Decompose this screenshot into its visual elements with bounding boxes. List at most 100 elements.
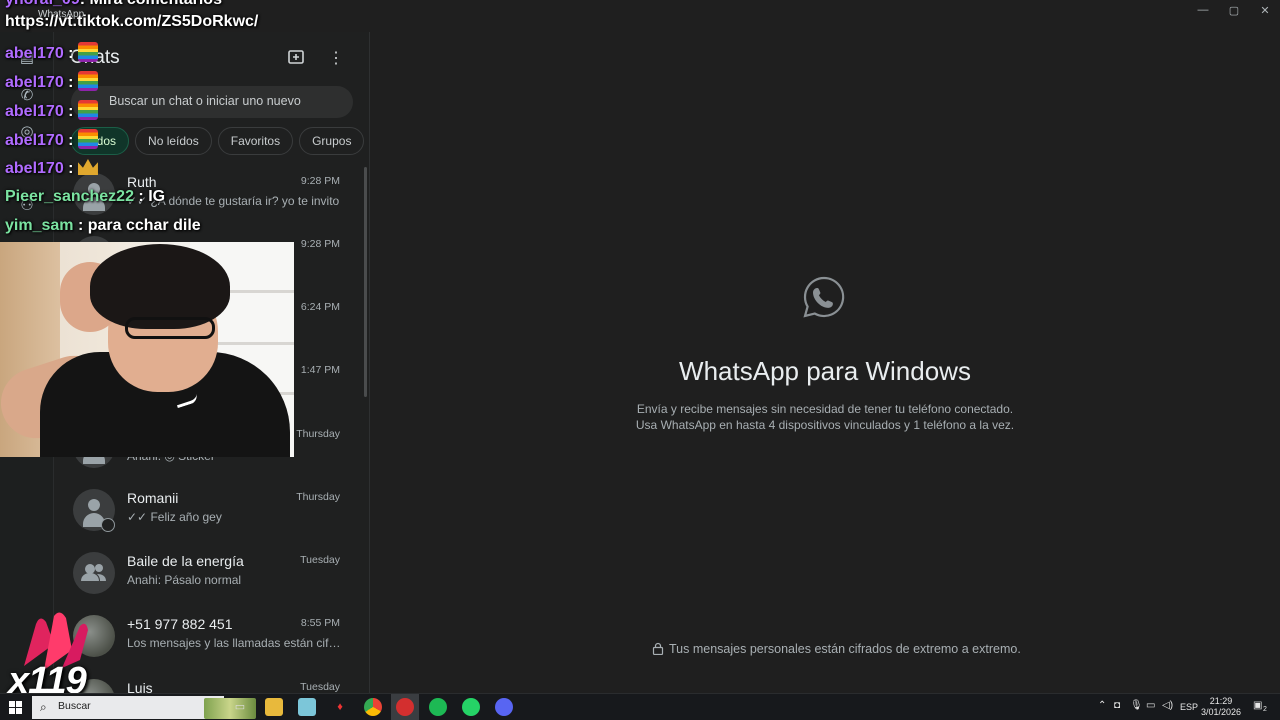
network-icon[interactable]: ▭: [1146, 700, 1155, 711]
filter-unread[interactable]: No leídos: [135, 127, 212, 155]
more-vertical-icon: ⋮: [328, 50, 344, 67]
overlay-message: https://vt.tiktok.com/ZS5DoRkwc/: [5, 13, 258, 31]
menu-button[interactable]: ⋮: [325, 48, 347, 70]
overlay-message: abel170 :: [5, 71, 98, 92]
overlay-text: :: [63, 132, 74, 149]
clock-time: 21:29: [1209, 696, 1233, 706]
chat-time: 8:55 PM: [300, 617, 340, 629]
minimize-button[interactable]: —: [1191, 4, 1215, 18]
chat-preview: Los mensajes y las llamadas están cifrad…: [127, 636, 343, 650]
overlay-message: abel170 :: [5, 42, 98, 63]
whatsapp-logo-icon: [803, 276, 845, 318]
taskbar-search[interactable]: ⌕: [32, 696, 256, 719]
lock-icon: [652, 642, 664, 656]
tray-expand-icon[interactable]: ⌃: [1098, 700, 1106, 711]
volume-icon[interactable]: ◁): [1162, 700, 1173, 711]
chat-name: Romanii: [127, 490, 179, 506]
overlay-user: abel170: [5, 74, 64, 91]
chat-time: Tuesday: [300, 681, 340, 693]
overlay-text: :: [63, 103, 74, 120]
chat-time: Thursday: [296, 428, 340, 440]
overlay-user: abel170: [5, 132, 64, 149]
taskbar: ⌕ ▭ ♦ ⌃ ◘ 🎙 ▭ ◁) ESP 21:29 3/01/2026 ▣ 2: [0, 693, 1280, 720]
overlay-message: ynoral_09: Mira comentarios: [5, 0, 222, 9]
task-view-icon[interactable]: ▭: [231, 698, 249, 716]
overlay-text: : Mira comentarios: [80, 0, 222, 8]
chat-time: Thursday: [296, 491, 340, 503]
red-app-icon[interactable]: ♦: [331, 698, 349, 716]
obs-icon[interactable]: [396, 698, 414, 716]
welcome-pane: WhatsApp para Windows Envía y recibe men…: [370, 32, 1280, 693]
chat-preview: ✓✓ Feliz año gey: [127, 510, 222, 524]
taskbar-clock[interactable]: 21:29 3/01/2026: [1198, 696, 1244, 718]
discord-icon[interactable]: [495, 698, 513, 716]
filter-favorites[interactable]: Favoritos: [217, 127, 294, 155]
chat-name: Luis: [127, 680, 153, 693]
chat-row[interactable]: Baile de la energía Tuesday Anahi: Pásal…: [54, 541, 366, 604]
chrome-icon[interactable]: [364, 698, 382, 716]
chat-row[interactable]: +51 977 882 451 8:55 PM Los mensajes y l…: [54, 604, 366, 667]
rainbow-emote-icon: [77, 100, 98, 120]
overlay-message: yim_sam : para cchar dile: [5, 217, 201, 235]
chat-time: Tuesday: [300, 554, 340, 566]
filter-chips: Todos No leídos Favoritos Grupos: [71, 127, 365, 155]
group-avatar: [73, 552, 115, 594]
overlay-text: : IG: [133, 188, 166, 205]
whatsapp-icon[interactable]: [462, 698, 480, 716]
file-explorer-icon[interactable]: [265, 698, 283, 716]
chat-name: +51 977 882 451: [127, 616, 233, 632]
chat-row[interactable]: Luis Tuesday: [54, 668, 366, 693]
filter-groups[interactable]: Grupos: [299, 127, 365, 155]
new-chat-icon: [288, 50, 304, 64]
status-ring-icon: [101, 518, 115, 532]
spotify-icon[interactable]: [429, 698, 447, 716]
encryption-text: Tus mensajes personales están cifrados d…: [669, 642, 1021, 656]
overlay-user: ynoral_09: [5, 0, 80, 8]
language-indicator[interactable]: ESP: [1180, 702, 1198, 712]
crown-emote-icon: [77, 159, 98, 175]
group-icon: [81, 564, 106, 581]
maximize-button[interactable]: ▢: [1222, 4, 1246, 18]
tray-app-icon[interactable]: ◘: [1114, 700, 1120, 711]
webcam-overlay: [0, 242, 294, 457]
overlay-user: Pieer_sanchez22: [5, 188, 134, 205]
overlay-text: : para cchar dile: [73, 217, 201, 234]
search-input[interactable]: [109, 94, 349, 108]
chat-row[interactable]: Romanii Thursday ✓✓ Feliz año gey: [54, 478, 366, 541]
welcome-line-1: Envía y recibe mensajes sin necesidad de…: [636, 402, 1014, 416]
new-chat-button[interactable]: [285, 48, 307, 70]
overlay-message: Pieer_sanchez22 : IG: [5, 188, 165, 206]
overlay-message: abel170 :: [5, 100, 98, 121]
windows-start-icon[interactable]: [9, 701, 22, 714]
chat-name: Baile de la energía: [127, 553, 244, 569]
rainbow-emote-icon: [77, 129, 98, 149]
overlay-user: yim_sam: [5, 217, 74, 234]
overlay-text: https://vt.tiktok.com/ZS5DoRkwc/: [5, 13, 259, 30]
taskbar-search-input[interactable]: [58, 700, 178, 712]
welcome-line-2: Usa WhatsApp en hasta 4 dispositivos vin…: [635, 418, 1015, 432]
overlay-user: abel170: [5, 45, 64, 62]
maximize-icon: ▢: [1228, 5, 1240, 17]
notification-count: 2: [1263, 706, 1267, 713]
close-icon: ✕: [1260, 5, 1270, 17]
welcome-title: WhatsApp para Windows: [679, 356, 971, 386]
chat-time: 1:47 PM: [300, 364, 340, 376]
overlay-user: abel170: [5, 160, 64, 177]
microphone-icon[interactable]: 🎙: [1130, 700, 1143, 711]
notification-icon[interactable]: ▣: [1253, 700, 1262, 711]
clock-date: 3/01/2026: [1200, 707, 1242, 717]
minimize-icon: —: [1197, 4, 1209, 16]
chat-time: 9:28 PM: [300, 238, 340, 250]
overlay-message: abel170 :: [5, 129, 98, 150]
screen: WhatsApp — ▢ ✕ ▤ ✆ ◎ ◌ ⚇ Chats ⋮ Todos N…: [0, 0, 1280, 720]
encryption-notice: Tus mensajes personales están cifrados d…: [652, 642, 1021, 656]
search-bar[interactable]: [71, 86, 353, 118]
rainbow-emote-icon: [77, 71, 98, 91]
app-icon[interactable]: [298, 698, 316, 716]
close-button[interactable]: ✕: [1253, 4, 1277, 18]
search-icon: ⌕: [40, 700, 47, 714]
overlay-user: abel170: [5, 103, 64, 120]
chat-preview: Anahi: Pásalo normal: [127, 573, 242, 587]
overlay-text: :: [63, 160, 74, 177]
overlay-text: :: [63, 45, 74, 62]
